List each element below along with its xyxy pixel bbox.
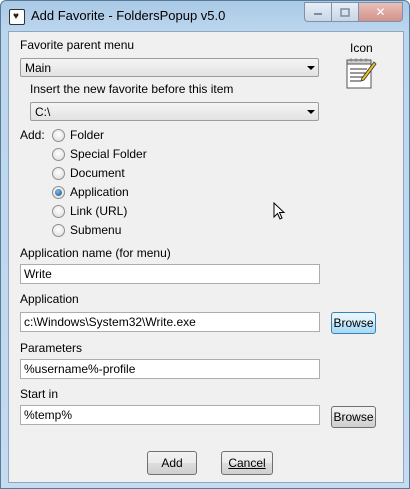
add-favorite-window: ♥ Add Favorite - FoldersPopup v5.0 ✕ Fav… xyxy=(0,0,410,489)
notepad-write-icon[interactable] xyxy=(345,56,377,90)
start-in-input[interactable] xyxy=(21,406,319,424)
heart-icon: ♥ xyxy=(13,11,19,22)
insert-before-dropdown[interactable]: C:\ xyxy=(30,102,319,121)
radio-label: Link (URL) xyxy=(70,204,128,218)
title-bar[interactable]: ♥ Add Favorite - FoldersPopup v5.0 ✕ xyxy=(1,1,409,31)
parent-menu-label: Favorite parent menu xyxy=(20,38,135,52)
cancel-button[interactable]: Cancel xyxy=(221,451,273,475)
cancel-button-label: Cancel xyxy=(228,456,266,470)
application-label: Application xyxy=(20,292,79,306)
maximize-icon xyxy=(340,7,350,17)
radio-button[interactable] xyxy=(52,147,65,161)
radio-link-url[interactable]: Link (URL) xyxy=(52,203,127,219)
parent-menu-value: Main xyxy=(25,61,52,75)
radio-button-selected[interactable] xyxy=(52,185,65,199)
app-name-label: Application name (for menu) xyxy=(20,246,171,260)
minimize-button[interactable] xyxy=(304,2,331,22)
window-title: Add Favorite - FoldersPopup v5.0 xyxy=(31,8,226,23)
close-button[interactable]: ✕ xyxy=(358,2,403,22)
radio-button[interactable] xyxy=(52,204,65,218)
chevron-down-icon xyxy=(307,66,315,70)
application-input[interactable] xyxy=(21,313,319,331)
radio-special-folder[interactable]: Special Folder xyxy=(52,146,147,162)
heart-app-icon: ♥ xyxy=(9,9,25,25)
start-in-field[interactable] xyxy=(20,405,320,425)
parameters-label: Parameters xyxy=(20,341,83,355)
app-name-field[interactable] xyxy=(20,264,320,284)
radio-label: Application xyxy=(70,185,129,199)
radio-label: Document xyxy=(70,166,125,180)
app-name-input[interactable] xyxy=(21,265,319,283)
radio-application[interactable]: Application xyxy=(52,184,129,200)
radio-button[interactable] xyxy=(52,128,65,142)
radio-label: Special Folder xyxy=(70,147,147,161)
caption-buttons: ✕ xyxy=(304,2,403,22)
close-icon: ✕ xyxy=(375,5,386,19)
add-button[interactable]: Add xyxy=(147,451,197,475)
minimize-icon xyxy=(314,13,322,15)
radio-button[interactable] xyxy=(52,166,65,180)
mouse-cursor-icon xyxy=(273,202,286,220)
parent-menu-dropdown[interactable]: Main xyxy=(20,58,319,77)
parameters-input[interactable] xyxy=(21,360,319,378)
chevron-down-icon xyxy=(307,110,315,114)
dialog-body: Favorite parent menu Main Icon Insert th… xyxy=(8,31,404,483)
radio-folder[interactable]: Folder xyxy=(52,127,104,143)
insert-before-value: C:\ xyxy=(35,105,51,119)
add-label: Add: xyxy=(20,128,45,142)
maximize-button[interactable] xyxy=(331,2,358,22)
browse-start-in-button[interactable]: Browse xyxy=(331,406,376,428)
radio-submenu[interactable]: Submenu xyxy=(52,222,121,238)
radio-label: Folder xyxy=(70,128,105,142)
icon-label: Icon xyxy=(350,41,373,55)
insert-before-label: Insert the new favorite before this item xyxy=(30,82,234,96)
radio-document[interactable]: Document xyxy=(52,165,125,181)
application-field[interactable] xyxy=(20,312,320,332)
start-in-label: Start in xyxy=(20,387,59,401)
radio-button[interactable] xyxy=(52,223,65,237)
parameters-field[interactable] xyxy=(20,359,320,379)
radio-label: Submenu xyxy=(70,223,122,237)
browse-application-button[interactable]: Browse xyxy=(331,312,376,334)
